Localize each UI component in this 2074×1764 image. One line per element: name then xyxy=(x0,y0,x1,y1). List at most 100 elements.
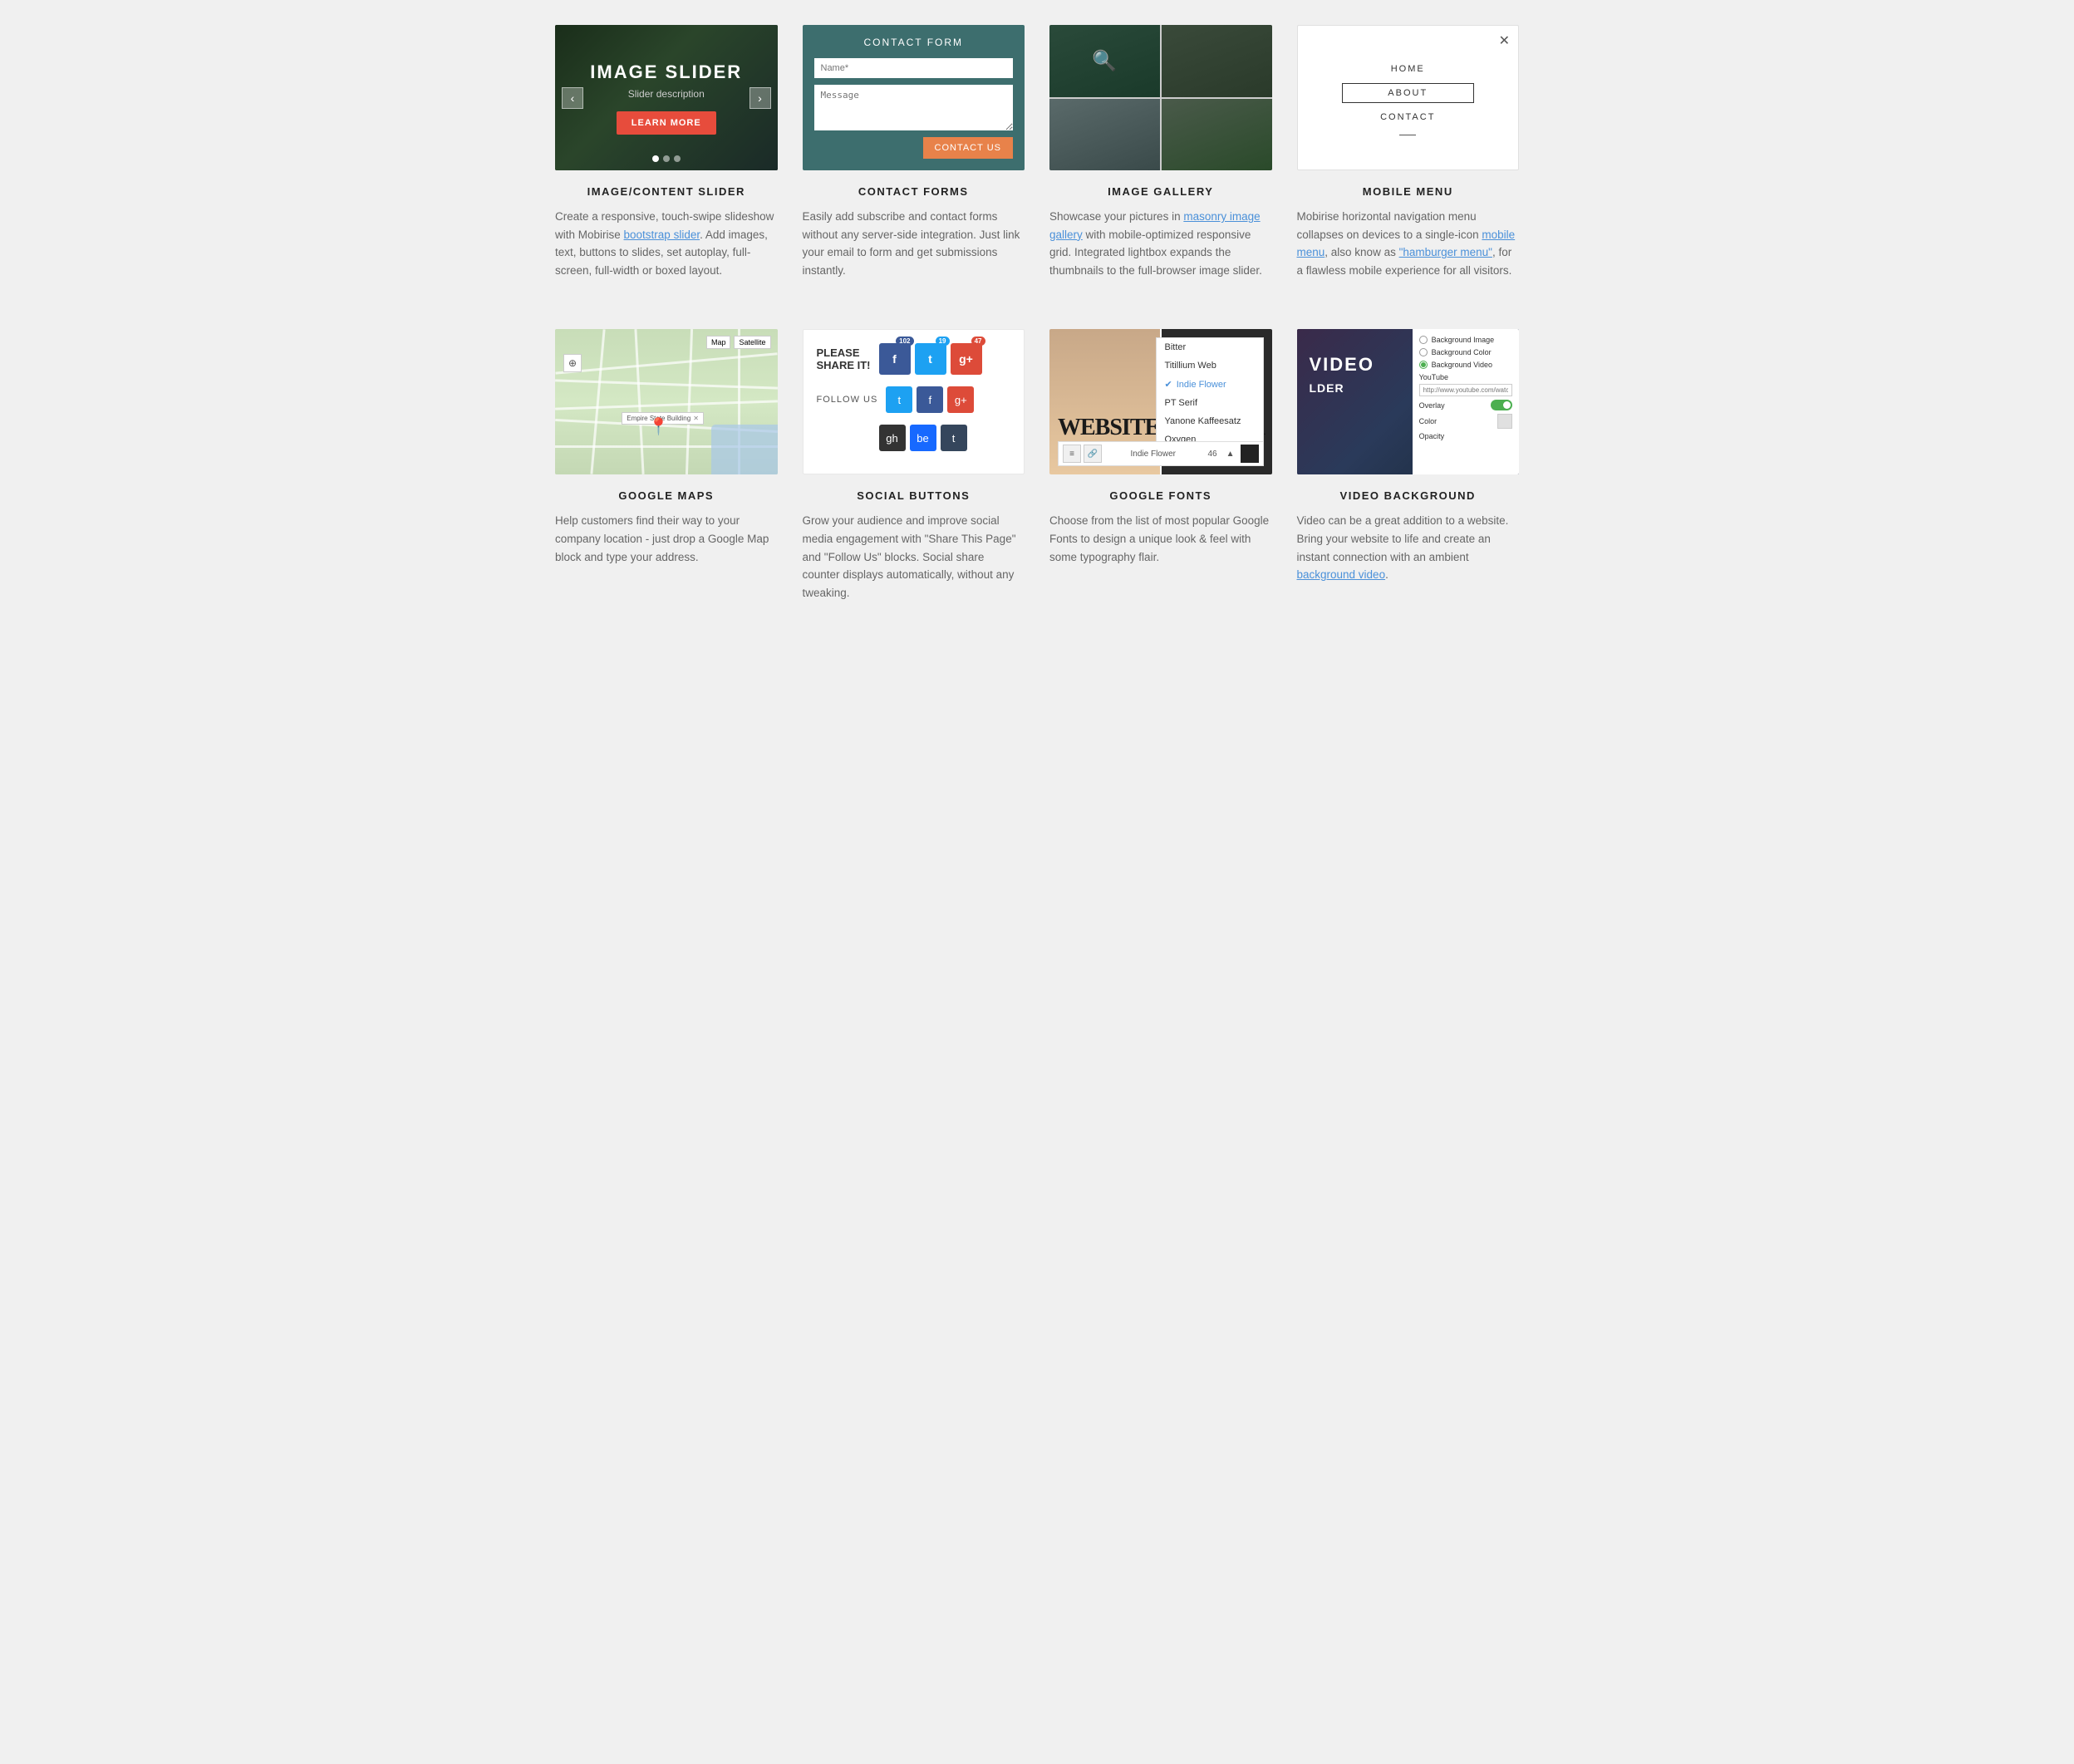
fonts-item-bitter[interactable]: Bitter xyxy=(1157,338,1263,356)
social-share-icons: f 102 t 19 g+ 47 xyxy=(879,343,982,375)
video-radio-bg-video[interactable] xyxy=(1419,361,1428,369)
slider-preview: ‹ IMAGE SLIDER Slider description LEARN … xyxy=(555,25,778,170)
slider-learn-more[interactable]: LEARN MORE xyxy=(617,111,716,135)
fonts-item-yanone[interactable]: Yanone Kaffeesatz xyxy=(1157,412,1263,430)
card-video-background: VIDEOLDER Background Image Background Co… xyxy=(1297,329,1520,602)
row2-grid: Map Satellite ⊕ Empire State Building ✕ … xyxy=(555,329,1519,602)
fb-count: 102 xyxy=(896,337,913,346)
card-social-buttons: PLEASESHARE IT! f 102 t 19 g+ 47 xyxy=(803,329,1025,602)
video-color-swatch[interactable] xyxy=(1497,414,1512,429)
fonts-link-btn[interactable]: 🔗 xyxy=(1084,445,1102,463)
gallery-search-icon: 🔍 xyxy=(1092,49,1117,73)
maps-label-close[interactable]: ✕ xyxy=(693,415,699,422)
slider-dot-1[interactable] xyxy=(652,155,659,162)
maps-satellite-btn[interactable]: Satellite xyxy=(734,336,770,349)
card-title-contact: CONTACT FORMS xyxy=(803,185,1025,198)
follow-be[interactable]: be xyxy=(910,425,936,451)
maps-pin-icon: 📍 xyxy=(648,416,669,437)
maps-top-bar: Map Satellite xyxy=(706,336,771,349)
slider-dot-2[interactable] xyxy=(663,155,670,162)
mobile-menu-close-icon[interactable]: ✕ xyxy=(1499,32,1510,49)
video-color-row: Color xyxy=(1419,414,1512,429)
video-preview: VIDEOLDER Background Image Background Co… xyxy=(1297,329,1520,474)
card-title-gallery: IMAGE GALLERY xyxy=(1049,185,1272,198)
slider-dot-3[interactable] xyxy=(674,155,681,162)
card-title-mobile-menu: MOBILE MENU xyxy=(1297,185,1520,198)
link-bootstrap-slider[interactable]: bootstrap slider xyxy=(624,228,700,241)
video-panel: Background Image Background Color Backgr… xyxy=(1413,329,1519,474)
social-share-gp[interactable]: g+ 47 xyxy=(951,343,982,375)
video-radio-bg-color[interactable] xyxy=(1419,348,1428,356)
gallery-preview: 🔍 xyxy=(1049,25,1272,170)
video-yt-input[interactable] xyxy=(1419,384,1512,396)
tw-icon: t xyxy=(928,352,932,366)
social-share-tw[interactable]: t 19 xyxy=(915,343,946,375)
video-text-overlay: VIDEOLDER xyxy=(1310,354,1374,397)
fonts-align-left[interactable]: ≡ xyxy=(1063,445,1081,463)
follow-fb[interactable]: f xyxy=(917,386,943,413)
check-icon: ✔ xyxy=(1165,379,1172,390)
slider-arrow-left[interactable]: ‹ xyxy=(562,87,583,109)
fonts-item-titillium[interactable]: Titillium Web xyxy=(1157,356,1263,375)
fonts-item-pt[interactable]: PT Serif xyxy=(1157,394,1263,412)
card-title-slider: IMAGE/CONTENT SLIDER xyxy=(555,185,778,198)
social-share-fb[interactable]: f 102 xyxy=(879,343,911,375)
mobile-menu-item-home[interactable]: HOME xyxy=(1342,60,1474,78)
card-google-fonts: Bitter Titillium Web ✔ Indie Flower PT S… xyxy=(1049,329,1272,602)
fonts-color-picker[interactable] xyxy=(1241,445,1259,463)
card-desc-maps: Help customers find their way to your co… xyxy=(555,512,778,566)
gallery-main-cell: 🔍 xyxy=(1049,25,1160,97)
card-title-social: SOCIAL BUTTONS xyxy=(803,489,1025,502)
slider-dots xyxy=(652,155,681,162)
card-title-maps: GOOGLE MAPS xyxy=(555,489,778,502)
video-option-bg-color[interactable]: Background Color xyxy=(1419,348,1512,356)
video-overlay-toggle[interactable] xyxy=(1491,400,1512,410)
video-overlay-label: Overlay xyxy=(1419,401,1445,410)
fonts-bottom-bar: ≡ 🔗 Indie Flower 46 ▲ xyxy=(1058,441,1264,466)
slider-arrow-right[interactable]: › xyxy=(749,87,771,109)
card-desc-mobile-menu: Mobirise horizontal navigation menu coll… xyxy=(1297,208,1520,279)
card-desc-fonts: Choose from the list of most popular Goo… xyxy=(1049,512,1272,566)
slider-subheading: Slider description xyxy=(590,88,742,100)
follow-tm[interactable]: t xyxy=(941,425,967,451)
mobile-menu-items: HOME ABOUT CONTACT xyxy=(1342,60,1474,135)
fonts-item-indie[interactable]: ✔ Indie Flower xyxy=(1157,375,1263,394)
video-yt-label: YouTube xyxy=(1419,373,1512,381)
link-background-video[interactable]: background video xyxy=(1297,568,1386,581)
contact-submit-btn[interactable]: CONTACT US xyxy=(923,137,1014,159)
video-option-bg-image[interactable]: Background Image xyxy=(1419,336,1512,344)
maps-map-btn[interactable]: Map xyxy=(706,336,731,349)
fonts-dropdown: Bitter Titillium Web ✔ Indie Flower PT S… xyxy=(1156,337,1264,450)
link-hamburger-menu[interactable]: "hamburger menu" xyxy=(1399,246,1492,258)
video-radio-bg-image[interactable] xyxy=(1419,336,1428,344)
page-wrapper: ‹ IMAGE SLIDER Slider description LEARN … xyxy=(538,0,1536,676)
slider-heading: IMAGE SLIDER xyxy=(590,61,742,83)
contact-name-input[interactable] xyxy=(814,58,1014,78)
contact-preview: CONTACT FORM CONTACT US xyxy=(803,25,1025,170)
maps-zoom-control[interactable]: ⊕ xyxy=(563,354,582,372)
mobile-menu-item-about[interactable]: ABOUT xyxy=(1342,83,1474,103)
follow-gh[interactable]: gh xyxy=(879,425,906,451)
social-preview: PLEASESHARE IT! f 102 t 19 g+ 47 xyxy=(803,329,1025,474)
gallery-cell-1 xyxy=(1162,25,1272,97)
follow-tw[interactable]: t xyxy=(886,386,912,413)
card-google-maps: Map Satellite ⊕ Empire State Building ✕ … xyxy=(555,329,778,602)
social-share-label: PLEASESHARE IT! xyxy=(817,346,871,372)
link-masonry-gallery[interactable]: masonry image gallery xyxy=(1049,210,1261,241)
fonts-size-value: 46 xyxy=(1204,450,1220,459)
tw-count: 19 xyxy=(936,337,950,346)
card-desc-contact: Easily add subscribe and contact forms w… xyxy=(803,208,1025,279)
mobile-menu-item-contact[interactable]: CONTACT xyxy=(1342,108,1474,126)
fonts-preview: Bitter Titillium Web ✔ Indie Flower PT S… xyxy=(1049,329,1272,474)
follow-gp[interactable]: g+ xyxy=(947,386,974,413)
card-desc-gallery: Showcase your pictures in masonry image … xyxy=(1049,208,1272,279)
card-image-gallery: 🔍 IMAGE GALLERY Showcase your pictures i… xyxy=(1049,25,1272,279)
maps-water xyxy=(711,425,778,474)
card-desc-social: Grow your audience and improve social me… xyxy=(803,512,1025,602)
row1-grid: ‹ IMAGE SLIDER Slider description LEARN … xyxy=(555,25,1519,279)
gallery-cell-3 xyxy=(1162,99,1272,171)
video-option-bg-video[interactable]: Background Video xyxy=(1419,361,1512,369)
contact-message-input[interactable] xyxy=(814,85,1014,130)
video-color-label: Color xyxy=(1419,417,1438,425)
card-contact-forms: CONTACT FORM CONTACT US CONTACT FORMS Ea… xyxy=(803,25,1025,279)
